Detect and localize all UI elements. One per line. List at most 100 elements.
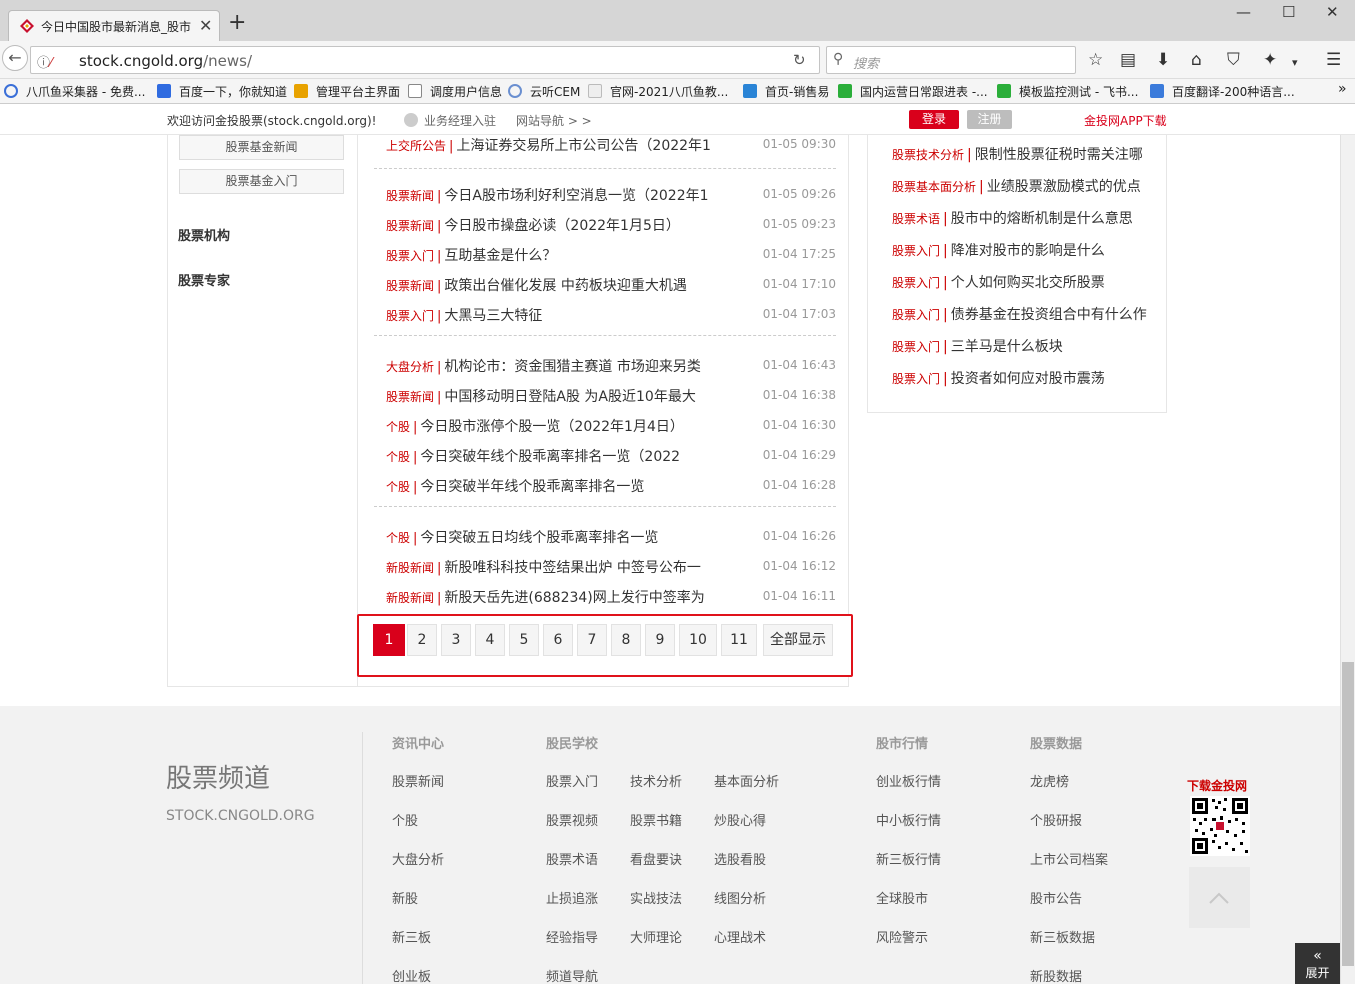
news-title[interactable]: 政策出台催化发展 中药板块迎重大机遇: [444, 278, 686, 294]
news-item[interactable]: 新股新闻 | 新股唯科科技中签结果出炉 中签号公布一 01-04 16:12: [386, 557, 836, 577]
item-title[interactable]: 三羊马是什么板块: [951, 339, 1063, 355]
institutions-heading[interactable]: 股票机构: [178, 225, 230, 244]
footer-link[interactable]: 新三板数据: [1030, 927, 1095, 946]
news-category[interactable]: 股票新闻: [386, 279, 434, 293]
news-item[interactable]: 新股新闻 | 新股天岳先进(688234)网上发行中签率为 01-04 16:11: [386, 587, 836, 607]
footer-link[interactable]: 中小板行情: [876, 810, 941, 829]
fund-intro-button[interactable]: 股票基金入门: [179, 169, 344, 194]
menu-icon[interactable]: ☰: [1326, 51, 1341, 69]
news-category[interactable]: 股票新闻: [386, 189, 434, 203]
footer-link[interactable]: 选股看股: [714, 849, 766, 868]
news-item[interactable]: 上交所公告 | 上海证券交易所上市公司公告（2022年1 01-05 09:30: [386, 135, 836, 155]
right-list-item[interactable]: 股票基本面分析 | 业绩股票激励模式的优点: [892, 176, 1141, 196]
star-icon[interactable]: ☆: [1088, 51, 1103, 69]
footer-link[interactable]: 股市公告: [1030, 888, 1082, 907]
right-list-item[interactable]: 股票入门 | 三羊马是什么板块: [892, 336, 1063, 356]
footer-link[interactable]: 龙虎榜: [1030, 771, 1069, 790]
footer-link[interactable]: 股票书籍: [630, 810, 682, 829]
browser-tab[interactable]: 今日中国股市最新消息_股市 ✕: [8, 10, 220, 42]
news-title[interactable]: 新股唯科科技中签结果出炉 中签号公布一: [444, 560, 700, 576]
news-item[interactable]: 个股 | 今日股市涨停个股一览（2022年1月4日） 01-04 16:30: [386, 416, 836, 436]
news-category[interactable]: 上交所公告: [386, 139, 446, 153]
footer-heading-market[interactable]: 股市行情: [876, 733, 928, 752]
item-title[interactable]: 限制性股票征税时需关注哪: [975, 147, 1143, 163]
fund-news-button[interactable]: 股票基金新闻: [179, 135, 344, 160]
show-all-button[interactable]: 全部显示: [763, 624, 833, 656]
news-title[interactable]: 中国移动明日登陆A股 为A股近10年最大: [444, 389, 695, 405]
reading-list-icon[interactable]: ▤: [1120, 51, 1136, 69]
page-7-button[interactable]: 7: [577, 624, 607, 656]
right-list-item[interactable]: 股票入门 | 投资者如何应对股市震荡: [892, 368, 1105, 388]
news-title[interactable]: 今日突破年线个股乖离率排名一览（2022: [420, 449, 680, 465]
news-category[interactable]: 个股: [386, 450, 410, 464]
news-item[interactable]: 股票入门 | 大黑马三大特征 01-04 17:03: [386, 305, 836, 325]
news-item[interactable]: 股票新闻 | 今日股市操盘必读（2022年1月5日） 01-05 09:23: [386, 215, 836, 235]
right-list-item[interactable]: 股票术语 | 股市中的熔断机制是什么意思: [892, 208, 1133, 228]
news-title[interactable]: 今日突破五日均线个股乖离率排名一览: [420, 530, 658, 546]
news-category[interactable]: 股票新闻: [386, 390, 434, 404]
page-4-button[interactable]: 4: [475, 624, 505, 656]
item-category[interactable]: 股票技术分析: [892, 148, 964, 162]
item-category[interactable]: 股票入门: [892, 244, 940, 258]
footer-link[interactable]: 全球股市: [876, 888, 928, 907]
experts-heading[interactable]: 股票专家: [178, 270, 230, 289]
page-1-button[interactable]: 1: [373, 624, 405, 656]
item-title[interactable]: 业绩股票激励模式的优点: [987, 179, 1141, 195]
footer-link[interactable]: 基本面分析: [714, 771, 779, 790]
right-list-item[interactable]: 股票入门 | 降准对股市的影响是什么: [892, 240, 1105, 260]
right-list-item[interactable]: 股票入门 | 个人如何购买北交所股票: [892, 272, 1105, 292]
address-bar[interactable]: ⓘ⁄ stock.cngold.org/news/ ↻: [30, 46, 820, 74]
news-category[interactable]: 个股: [386, 531, 410, 545]
scroll-top-button[interactable]: [1189, 867, 1250, 928]
page-3-button[interactable]: 3: [441, 624, 471, 656]
news-item[interactable]: 个股 | 今日突破半年线个股乖离率排名一览 01-04 16:28: [386, 476, 836, 496]
news-title[interactable]: 大黑马三大特征: [444, 308, 542, 324]
item-category[interactable]: 股票术语: [892, 212, 940, 226]
item-title[interactable]: 个人如何购买北交所股票: [951, 275, 1105, 291]
news-item[interactable]: 股票新闻 | 政策出台催化发展 中药板块迎重大机遇 01-04 17:10: [386, 275, 836, 295]
minimize-window-icon[interactable]: —: [1236, 3, 1251, 21]
login-button[interactable]: 登录: [909, 110, 959, 129]
footer-heading-info[interactable]: 资讯中心: [392, 733, 444, 752]
item-title[interactable]: 降准对股市的影响是什么: [951, 243, 1105, 259]
item-category[interactable]: 股票入门: [892, 340, 940, 354]
news-title[interactable]: 今日股市涨停个股一览（2022年1月4日）: [420, 419, 683, 435]
bookmark-item[interactable]: 管理平台主界面: [294, 83, 400, 100]
page-2-button[interactable]: 2: [407, 624, 437, 656]
footer-link[interactable]: 新股数据: [1030, 966, 1082, 985]
footer-link[interactable]: 个股: [392, 810, 418, 829]
download-icon[interactable]: ⬇: [1156, 51, 1170, 69]
news-title[interactable]: 互助基金是什么？: [444, 248, 556, 264]
footer-link[interactable]: 新三板行情: [876, 849, 941, 868]
page-8-button[interactable]: 8: [611, 624, 641, 656]
news-title[interactable]: 今日A股市场利好利空消息一览（2022年1: [444, 188, 708, 204]
footer-link[interactable]: 股票术语: [546, 849, 598, 868]
item-category[interactable]: 股票入门: [892, 372, 940, 386]
news-category[interactable]: 股票新闻: [386, 219, 434, 233]
page-10-button[interactable]: 10: [679, 624, 717, 656]
right-list-item[interactable]: 股票入门 | 债券基金在投资组合中有什么作: [892, 304, 1147, 324]
register-button[interactable]: 注册: [967, 110, 1012, 129]
maximize-window-icon[interactable]: ☐: [1282, 3, 1295, 21]
bookmark-item[interactable]: 云听CEM: [508, 83, 580, 100]
right-list-item[interactable]: 股票技术分析 | 限制性股票征税时需关注哪: [892, 144, 1143, 164]
footer-link[interactable]: 股票新闻: [392, 771, 444, 790]
app-download-link[interactable]: 金投网APP下载: [1084, 112, 1167, 129]
footer-link[interactable]: 个股研报: [1030, 810, 1082, 829]
news-item[interactable]: 个股 | 今日突破五日均线个股乖离率排名一览 01-04 16:26: [386, 527, 836, 547]
footer-heading-school[interactable]: 股民学校: [546, 733, 598, 752]
item-title[interactable]: 投资者如何应对股市震荡: [951, 371, 1105, 387]
page-5-button[interactable]: 5: [509, 624, 539, 656]
home-icon[interactable]: ⌂: [1191, 51, 1202, 69]
footer-link[interactable]: 新三板: [392, 927, 431, 946]
footer-link[interactable]: 看盘要诀: [630, 849, 682, 868]
new-tab-button[interactable]: +: [228, 12, 246, 34]
footer-link[interactable]: 线图分析: [714, 888, 766, 907]
footer-link[interactable]: 创业板行情: [876, 771, 941, 790]
news-item[interactable]: 股票新闻 | 中国移动明日登陆A股 为A股近10年最大 01-04 16:38: [386, 386, 836, 406]
footer-link[interactable]: 实战技法: [630, 888, 682, 907]
news-item[interactable]: 股票新闻 | 今日A股市场利好利空消息一览（2022年1 01-05 09:26: [386, 185, 836, 205]
close-window-icon[interactable]: ✕: [1326, 3, 1339, 21]
bookmark-item[interactable]: 模板监控测试 - 飞书...: [997, 83, 1138, 100]
footer-link[interactable]: 股票视频: [546, 810, 598, 829]
